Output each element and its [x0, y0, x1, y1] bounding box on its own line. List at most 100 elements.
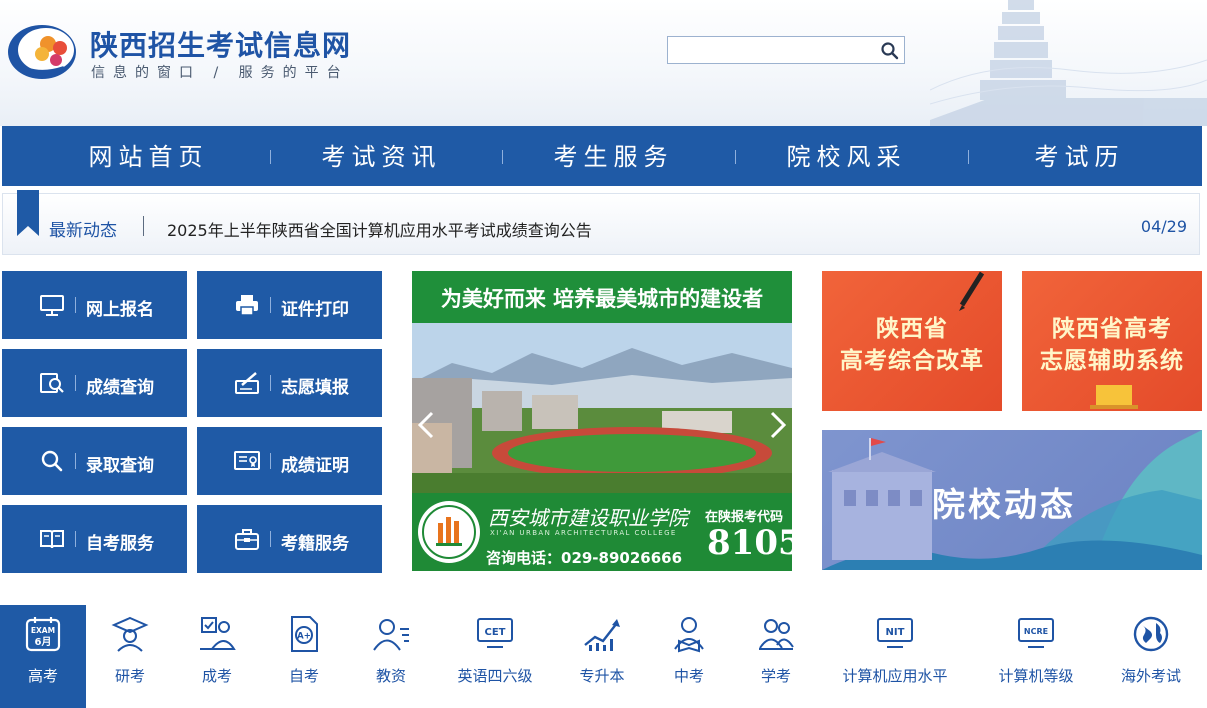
service-label: 成绩证明 — [281, 456, 349, 476]
campus-photo — [412, 323, 792, 493]
book-icon — [40, 530, 64, 549]
exam-gaokao[interactable]: EXAM 6月 高考 — [0, 605, 86, 708]
promo-line: 高考综合改革 — [840, 348, 984, 374]
exam-zhongkao[interactable]: 中考 — [646, 605, 732, 708]
student-icon — [674, 617, 704, 653]
exam-overseas[interactable]: 海外考试 — [1106, 605, 1196, 708]
nit-icon: NIT — [877, 618, 913, 648]
latest-news-bar: 最新动态 2025年上半年陕西省全国计算机应用水平考试成绩查询公告 04/29 — [2, 190, 1200, 255]
exam-label: 英语四六级 — [457, 667, 533, 685]
college-english-name: XI'AN URBAN ARCHITECTURAL COLLEGE — [490, 529, 677, 537]
grade-doc-icon: A+ — [291, 616, 318, 652]
exam-label: 计算机等级 — [998, 667, 1074, 685]
exam-teacher-cert[interactable]: 教资 — [348, 605, 434, 708]
nav-home[interactable]: 网站首页 — [32, 126, 265, 186]
exam-label: 计算机应用水平 — [842, 667, 948, 685]
exam-calendar-icon: EXAM 6月 — [25, 617, 61, 652]
news-headline-link[interactable]: 2025年上半年陕西省全国计算机应用水平考试成绩查询公告 — [167, 217, 592, 241]
service-admission-query[interactable]: 录取查询 — [2, 427, 187, 495]
service-label: 成绩查询 — [86, 378, 154, 398]
exam-label: 教资 — [375, 667, 406, 685]
service-self-exam[interactable]: 自考服务 — [2, 505, 187, 573]
form-fill-icon — [235, 372, 259, 394]
pagoda-decoration — [930, 0, 1207, 126]
banner-prev-arrow[interactable] — [416, 409, 436, 441]
globe-icon — [1133, 616, 1169, 652]
site-slogan: 信息的窗口 / 服务的平台 — [91, 65, 349, 81]
site-header: 陕西招生考试信息网 信息的窗口 / 服务的平台 — [0, 0, 1207, 126]
cet-icon: CET — [477, 618, 513, 648]
exam-computer-application[interactable]: NIT 计算机应用水平 — [830, 605, 960, 708]
exam-badge: NIT — [886, 627, 905, 638]
service-score-certificate[interactable]: 成绩证明 — [197, 427, 382, 495]
search-input[interactable] — [668, 37, 885, 63]
promo-line: 陕西省 — [876, 316, 948, 342]
exam-graduate[interactable]: 研考 — [87, 605, 173, 708]
nav-college-style[interactable]: 院校风采 — [730, 126, 963, 186]
site-logo[interactable] — [4, 18, 80, 82]
college-ad-banner[interactable]: 为美好而来 培养最美城市的建设者 西安城市建设职业学院 XI'AN URBAN … — [412, 271, 792, 571]
ncre-icon: NCRE — [1018, 618, 1054, 648]
monitor-icon — [40, 295, 64, 316]
exam-self-study[interactable]: A+ 自考 — [261, 605, 347, 708]
exam-computer-rank[interactable]: NCRE 计算机等级 — [978, 605, 1094, 708]
tile-divider — [270, 453, 271, 469]
promo-gaokao-reform[interactable]: 陕西省 高考综合改革 — [822, 271, 1002, 411]
service-label: 网上报名 — [86, 300, 154, 320]
service-exam-registry[interactable]: 考籍服务 — [197, 505, 382, 573]
promo-line: 志愿辅助系统 — [1040, 348, 1184, 374]
study-icon — [759, 619, 794, 650]
exam-label: 专升本 — [579, 667, 625, 685]
nav-exam-calendar[interactable]: 考试历 — [963, 126, 1196, 186]
service-label: 录取查询 — [86, 456, 154, 476]
graduate-icon — [111, 616, 149, 652]
exam-upgrade[interactable]: 专升本 — [559, 605, 645, 708]
exam-badge: EXAM — [31, 626, 55, 635]
exam-label: 研考 — [114, 667, 145, 685]
promo-volunteer-system[interactable]: 陕西省高考 志愿辅助系统 — [1022, 271, 1202, 411]
search-icon[interactable] — [880, 41, 900, 61]
college-news-title: 院校动态 — [932, 485, 1076, 524]
search-icon — [41, 450, 63, 472]
teacher-icon — [373, 619, 409, 651]
tile-divider — [75, 297, 76, 313]
tile-divider — [270, 297, 271, 313]
exam-badge: NCRE — [1024, 627, 1048, 636]
exam-badge: CET — [485, 627, 506, 638]
exam-academic[interactable]: 学考 — [733, 605, 819, 708]
exam-cet[interactable]: CET 英语四六级 — [435, 605, 555, 708]
exam-badge: A+ — [297, 632, 311, 642]
nav-exam-news[interactable]: 考试资讯 — [265, 126, 498, 186]
banner-next-arrow[interactable] — [768, 409, 788, 441]
bookmark-icon — [17, 190, 39, 236]
exam-label: 海外考试 — [1120, 667, 1181, 685]
main-nav: 网站首页 考试资讯 考生服务 院校风采 考试历 — [2, 126, 1202, 186]
service-online-registration[interactable]: 网上报名 — [2, 271, 187, 339]
adult-exam-icon — [200, 617, 236, 650]
exam-label: 自考 — [288, 667, 319, 685]
college-name: 西安城市建设职业学院 — [488, 506, 688, 530]
exam-label: 高考 — [27, 667, 58, 685]
service-volunteer-fill[interactable]: 志愿填报 — [197, 349, 382, 417]
nav-candidate-service[interactable]: 考生服务 — [497, 126, 730, 186]
service-label: 证件打印 — [281, 300, 349, 320]
promo-college-news[interactable]: 院校动态 — [822, 430, 1202, 570]
tile-divider — [75, 531, 76, 547]
pen-icon — [959, 271, 985, 311]
banner-headline: 为美好而来 培养最美城市的建设者 — [440, 287, 764, 311]
banner-footer: 西安城市建设职业学院 XI'AN URBAN ARCHITECTURAL COL… — [412, 493, 792, 571]
exam-label: 成考 — [201, 667, 232, 685]
site-title: 陕西招生考试信息网 — [90, 29, 352, 62]
exam-label: 学考 — [760, 667, 791, 685]
service-score-query[interactable]: 成绩查询 — [2, 349, 187, 417]
briefcase-icon — [235, 529, 259, 550]
printer-icon — [236, 295, 258, 316]
exam-month: 6月 — [35, 636, 52, 648]
service-label: 自考服务 — [86, 534, 154, 554]
exam-adult[interactable]: 成考 — [174, 605, 260, 708]
news-divider — [143, 216, 144, 236]
service-label: 志愿填报 — [281, 378, 349, 398]
news-date: 04/29 — [1140, 217, 1187, 236]
growth-chart-icon — [584, 619, 620, 651]
service-certificate-print[interactable]: 证件打印 — [197, 271, 382, 339]
